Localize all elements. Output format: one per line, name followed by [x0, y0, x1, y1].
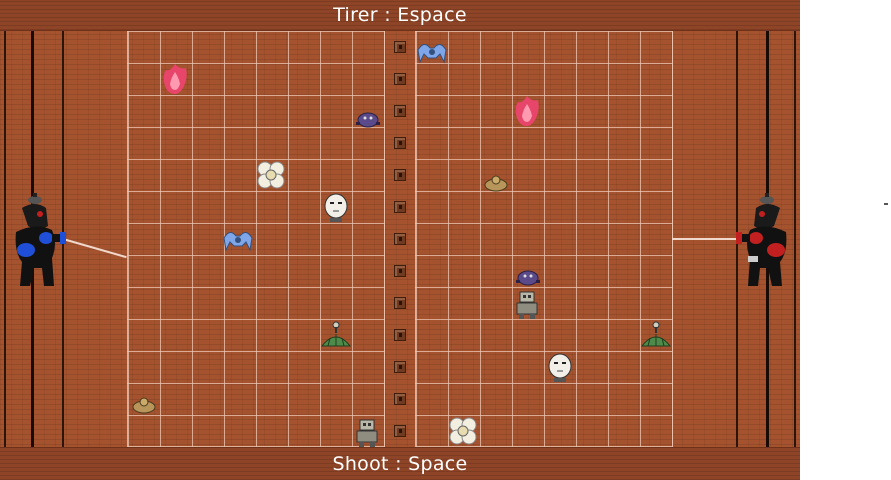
white-flower-icon[interactable] — [448, 416, 478, 446]
purple-crab-icon[interactable] — [354, 110, 382, 128]
wall-bar — [794, 31, 796, 447]
center-stud — [394, 201, 406, 213]
center-stud — [394, 329, 406, 341]
pink-flame-icon[interactable] — [512, 94, 542, 128]
robot-icon[interactable] — [352, 418, 382, 448]
center-stud — [394, 265, 406, 277]
aim-line-left — [62, 238, 127, 259]
white-flower-icon[interactable] — [256, 160, 286, 190]
white-mask-icon[interactable] — [546, 352, 574, 384]
blue-bird-icon[interactable] — [416, 40, 448, 64]
center-stud — [394, 361, 406, 373]
center-stud — [394, 393, 406, 405]
dark-creature-blue-icon[interactable] — [8, 192, 68, 290]
center-stud — [394, 137, 406, 149]
wall-bar — [4, 31, 6, 447]
center-stud — [394, 233, 406, 245]
dark-creature-red-icon[interactable] — [734, 192, 794, 290]
blue-bird-icon[interactable] — [222, 228, 254, 252]
pink-flame-icon[interactable] — [160, 62, 190, 96]
white-mask-icon[interactable] — [322, 192, 350, 224]
aim-line-right — [672, 238, 740, 240]
shoot-hint-french: Tirer : Espace — [333, 4, 467, 26]
offscreen-mark — [884, 203, 888, 205]
controls-banner-top: Tirer : Espace — [0, 0, 800, 31]
field-grid-right[interactable] — [415, 31, 673, 447]
purple-crab-icon[interactable] — [514, 268, 542, 286]
robot-icon[interactable] — [512, 290, 542, 320]
center-stud — [394, 73, 406, 85]
center-stud — [394, 297, 406, 309]
green-plant-icon[interactable] — [320, 320, 352, 352]
tan-beetle-icon[interactable] — [482, 174, 510, 192]
center-stud — [394, 425, 406, 437]
controls-banner-bottom: Shoot : Space — [0, 447, 800, 480]
shoot-hint-english: Shoot : Space — [332, 453, 468, 475]
center-stud — [394, 41, 406, 53]
game-board[interactable]: Tirer : Espace Shoot: Space — [0, 0, 800, 480]
center-stud — [394, 105, 406, 117]
tan-beetle-icon[interactable] — [130, 396, 158, 414]
center-stud — [394, 169, 406, 181]
green-plant-icon[interactable] — [640, 320, 672, 352]
